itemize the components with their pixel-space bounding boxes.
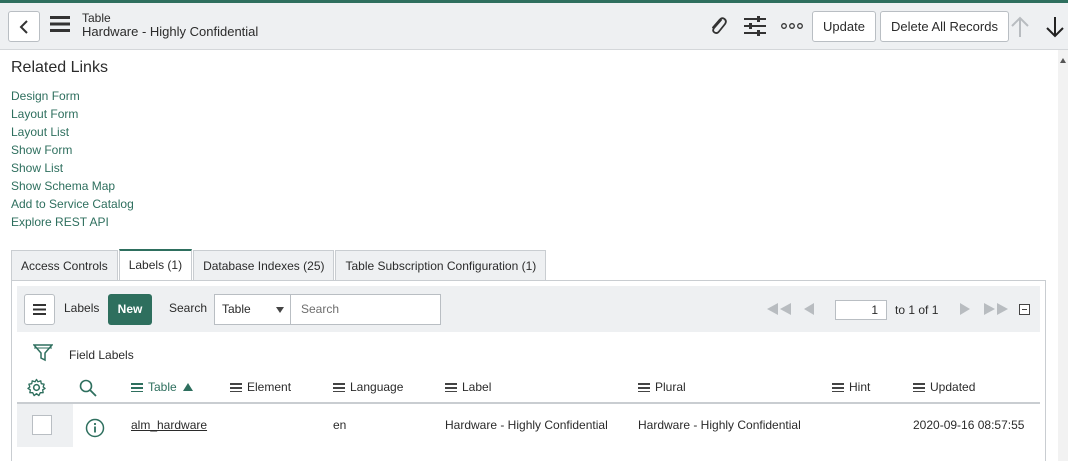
column-header-table[interactable]: Table [131,380,194,394]
related-list-tabs: Access Controls Labels (1) Database Inde… [11,249,547,281]
header-divider [17,402,1040,404]
new-button[interactable]: New [108,294,152,325]
more-options-icon[interactable] [781,23,803,29]
column-header-element[interactable]: Element [230,380,291,394]
link-show-list[interactable]: Show List [11,159,134,177]
search-input[interactable]: Search [291,294,441,325]
link-show-schema-map[interactable]: Show Schema Map [11,177,134,195]
cell-plural: Hardware - Highly Confidential [638,418,801,432]
column-header-updated[interactable]: Updated [913,380,975,394]
cell-label: Hardware - Highly Confidential [445,418,608,432]
next-page-icon[interactable] [959,303,971,315]
info-icon[interactable] [85,418,105,438]
related-links-title: Related Links [11,59,108,76]
column-header-hint[interactable]: Hint [832,380,870,394]
column-title: Updated [930,380,976,394]
back-button[interactable] [8,11,40,42]
hamburger-icon [33,304,46,315]
collapse-list-icon[interactable] [1019,304,1030,315]
column-menu-icon[interactable] [230,383,242,392]
column-title: Hint [849,380,871,394]
link-add-to-service-catalog[interactable]: Add to Service Catalog [11,195,134,213]
page-count-text: to 1 of 1 [895,303,939,317]
tab-table-subscription-configuration[interactable]: Table Subscription Configuration (1) [335,250,547,281]
column-header-plural[interactable]: Plural [638,380,686,394]
tab-access-controls[interactable]: Access Controls [11,250,118,281]
first-page-icon[interactable] [766,303,792,315]
previous-page-icon[interactable] [803,303,815,315]
column-title: Table [148,380,177,394]
delete-all-records-button[interactable]: Delete All Records [880,11,1009,42]
filter-breadcrumb[interactable]: Field Labels [69,348,134,362]
link-layout-list[interactable]: Layout List [11,123,134,141]
filter-icon[interactable] [33,343,53,363]
form-header: Table Hardware - Highly Confidential Upd… [0,3,1068,50]
column-title: Label [462,380,492,394]
column-header-language[interactable]: Language [333,380,403,394]
cell-table-link[interactable]: alm_hardware [131,418,207,432]
context-menu-icon[interactable] [50,16,70,32]
tab-database-indexes[interactable]: Database Indexes (25) [193,250,335,281]
column-header-label[interactable]: Label [445,380,491,394]
form-title: Hardware - Highly Confidential [82,24,259,39]
form-subtitle: Table [82,11,111,25]
caret-down-icon [276,307,284,313]
gear-icon[interactable] [27,378,46,397]
link-explore-rest-api[interactable]: Explore REST API [11,213,134,231]
row-select-cell [17,404,73,447]
column-menu-icon[interactable] [913,383,925,392]
column-title: Language [350,380,404,394]
form-title-block: Table Hardware - Highly Confidential [82,11,258,39]
search-icon[interactable] [79,379,97,397]
list-title: Labels [64,301,100,315]
list-menu-button[interactable] [24,294,55,325]
link-design-form[interactable]: Design Form [11,87,134,105]
sort-ascending-icon [183,383,194,391]
column-menu-icon[interactable] [445,383,457,392]
search-label: Search [169,301,208,315]
page-scrollbar[interactable] [1058,50,1068,461]
row-checkbox[interactable] [32,415,52,435]
search-field-select[interactable]: Table [214,294,291,325]
column-title: Plural [655,380,686,394]
scroll-up-arrow-icon[interactable] [1060,58,1066,63]
last-page-icon[interactable] [983,303,1009,315]
labels-list-panel: Labels New Search Table Search 1 to 1 of… [11,280,1046,461]
cell-updated: 2020-09-16 08:57:55 [913,418,1025,432]
column-menu-icon[interactable] [638,383,650,392]
link-layout-form[interactable]: Layout Form [11,105,134,123]
search-field-value: Table [222,302,251,316]
chevron-left-icon [19,20,28,34]
cell-language: en [333,418,347,432]
personalize-form-icon[interactable] [744,16,766,36]
column-menu-icon[interactable] [131,383,143,392]
arrow-down-icon[interactable] [1045,16,1065,38]
column-title: Element [247,380,292,394]
attachment-icon[interactable] [708,15,728,37]
tab-labels[interactable]: Labels (1) [118,249,193,281]
column-menu-icon[interactable] [832,383,844,392]
page-number-input[interactable]: 1 [835,300,887,320]
arrow-up-icon[interactable] [1010,16,1030,38]
list-toolbar: Labels New Search Table Search 1 to 1 of… [17,286,1040,332]
link-show-form[interactable]: Show Form [11,141,134,159]
column-menu-icon[interactable] [333,383,345,392]
related-links-list: Design Form Layout Form Layout List Show… [11,87,134,231]
update-button[interactable]: Update [812,11,876,42]
